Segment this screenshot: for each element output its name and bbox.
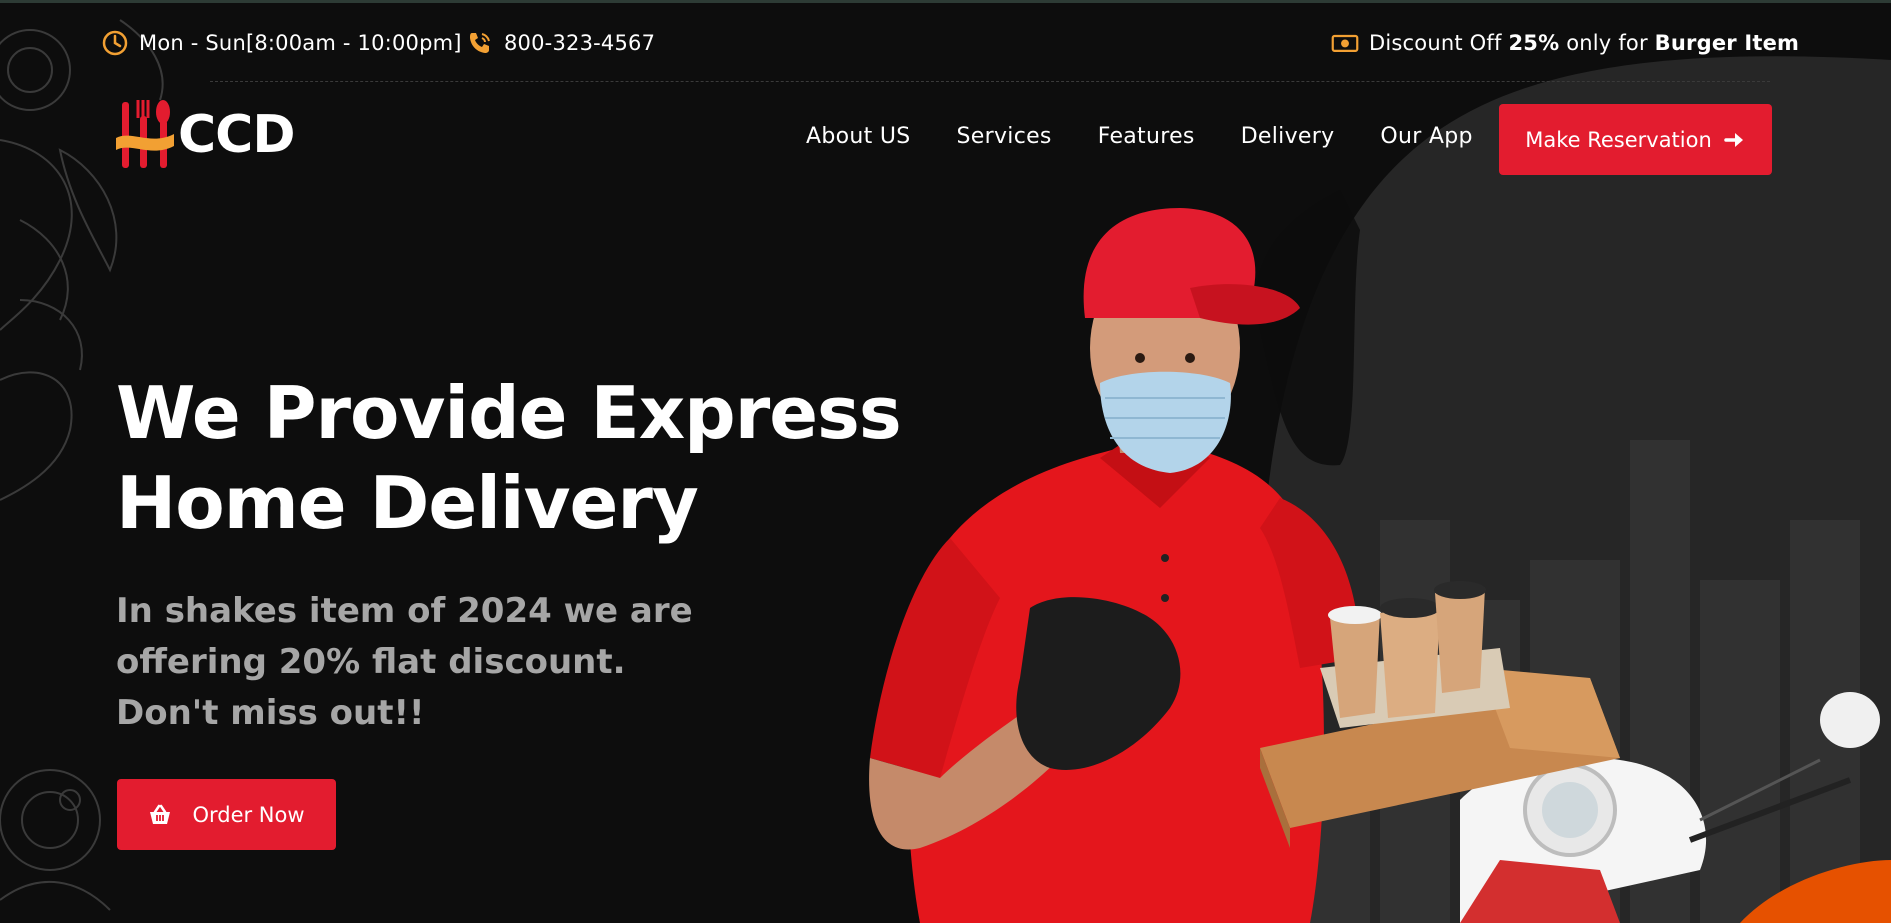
top-info-bar: Mon - Sun[8:00am - 10:00pm] 800-323-4567… [0, 0, 1891, 82]
logo-text: CCD [178, 105, 295, 165]
make-reservation-button[interactable]: Make Reservation [1499, 104, 1772, 175]
nav-about-us[interactable]: About US [806, 124, 911, 149]
hero-subtitle: In shakes item of 2024 we are offering 2… [116, 591, 693, 733]
cutlery-logo-icon [116, 100, 174, 168]
nav-services[interactable]: Services [957, 124, 1052, 149]
hero-title-line1: We Provide Express [116, 371, 902, 455]
nav-our-app[interactable]: Our App [1380, 124, 1472, 149]
main-nav: About US Services Features Delivery Our … [806, 124, 1519, 149]
clock-icon [101, 29, 129, 57]
nav-delivery[interactable]: Delivery [1241, 124, 1335, 149]
delivery-person-image [869, 208, 1620, 923]
arrow-right-icon [1724, 131, 1746, 149]
discount-notice: Discount Off 25% only for Burger Item [1331, 29, 1799, 57]
discount-item: Burger Item [1654, 31, 1800, 55]
nav-features[interactable]: Features [1098, 124, 1195, 149]
phone-number[interactable]: 800-323-4567 [466, 29, 655, 57]
make-reservation-label: Make Reservation [1525, 127, 1712, 152]
opening-hours: Mon - Sun[8:00am - 10:00pm] [101, 29, 462, 57]
site-logo[interactable]: CCD [116, 96, 306, 174]
opening-hours-text: Mon - Sun[8:00am - 10:00pm] [139, 31, 462, 55]
order-now-button[interactable]: Order Now [117, 779, 336, 850]
phone-number-text: 800-323-4567 [504, 31, 656, 55]
phone-icon [466, 29, 494, 57]
discount-value: 25% [1508, 31, 1560, 55]
hero-title: We Provide Express Home Delivery [116, 368, 902, 548]
money-icon [1331, 29, 1359, 57]
discount-prefix: Discount Off [1369, 31, 1509, 55]
topbar-divider [210, 81, 1770, 82]
discount-mid: only for [1559, 31, 1655, 55]
order-now-label: Order Now [192, 802, 305, 827]
basket-icon [148, 804, 172, 826]
hero-title-line2: Home Delivery [116, 461, 699, 545]
page: Mon - Sun[8:00am - 10:00pm] 800-323-4567… [0, 0, 1891, 923]
